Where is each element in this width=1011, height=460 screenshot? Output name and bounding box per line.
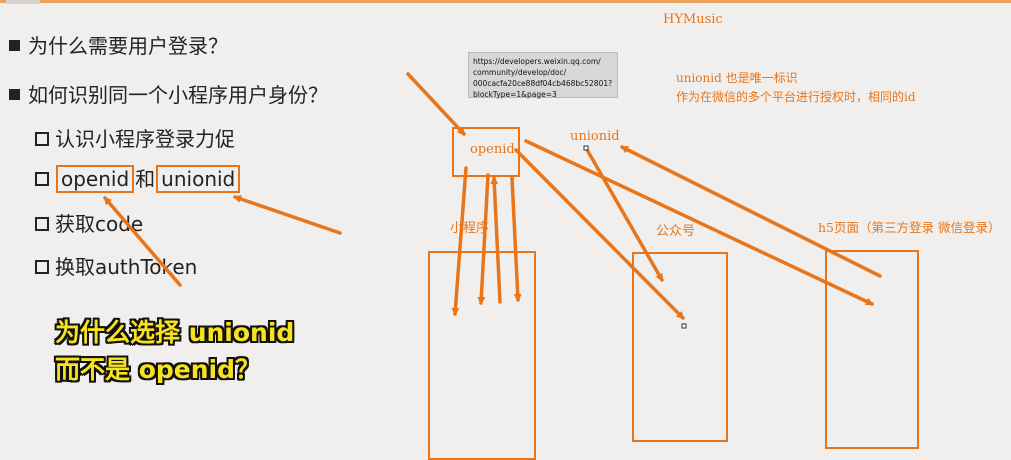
arrow-to-openid-text [103, 196, 182, 287]
arrow-h5-to-unionid [620, 145, 882, 278]
arrow-openid-up [490, 176, 502, 304]
arrow-openid-to-h5 [524, 139, 874, 306]
arrow-into-openid-box [406, 72, 466, 136]
slide-canvas: 为什么需要用户登录？ 如何识别同一个小程序用户身份？ 认识小程序登录力促 ope… [0, 0, 1011, 460]
handle-start [583, 145, 589, 151]
handle-end [681, 323, 687, 329]
arrow-to-unionid-text [233, 195, 342, 235]
annotation-arrows [103, 72, 882, 329]
arrow-openid-down-2 [477, 173, 490, 305]
arrow-openid-down-1 [451, 166, 468, 316]
arrow-openid-down-3 [510, 176, 522, 302]
